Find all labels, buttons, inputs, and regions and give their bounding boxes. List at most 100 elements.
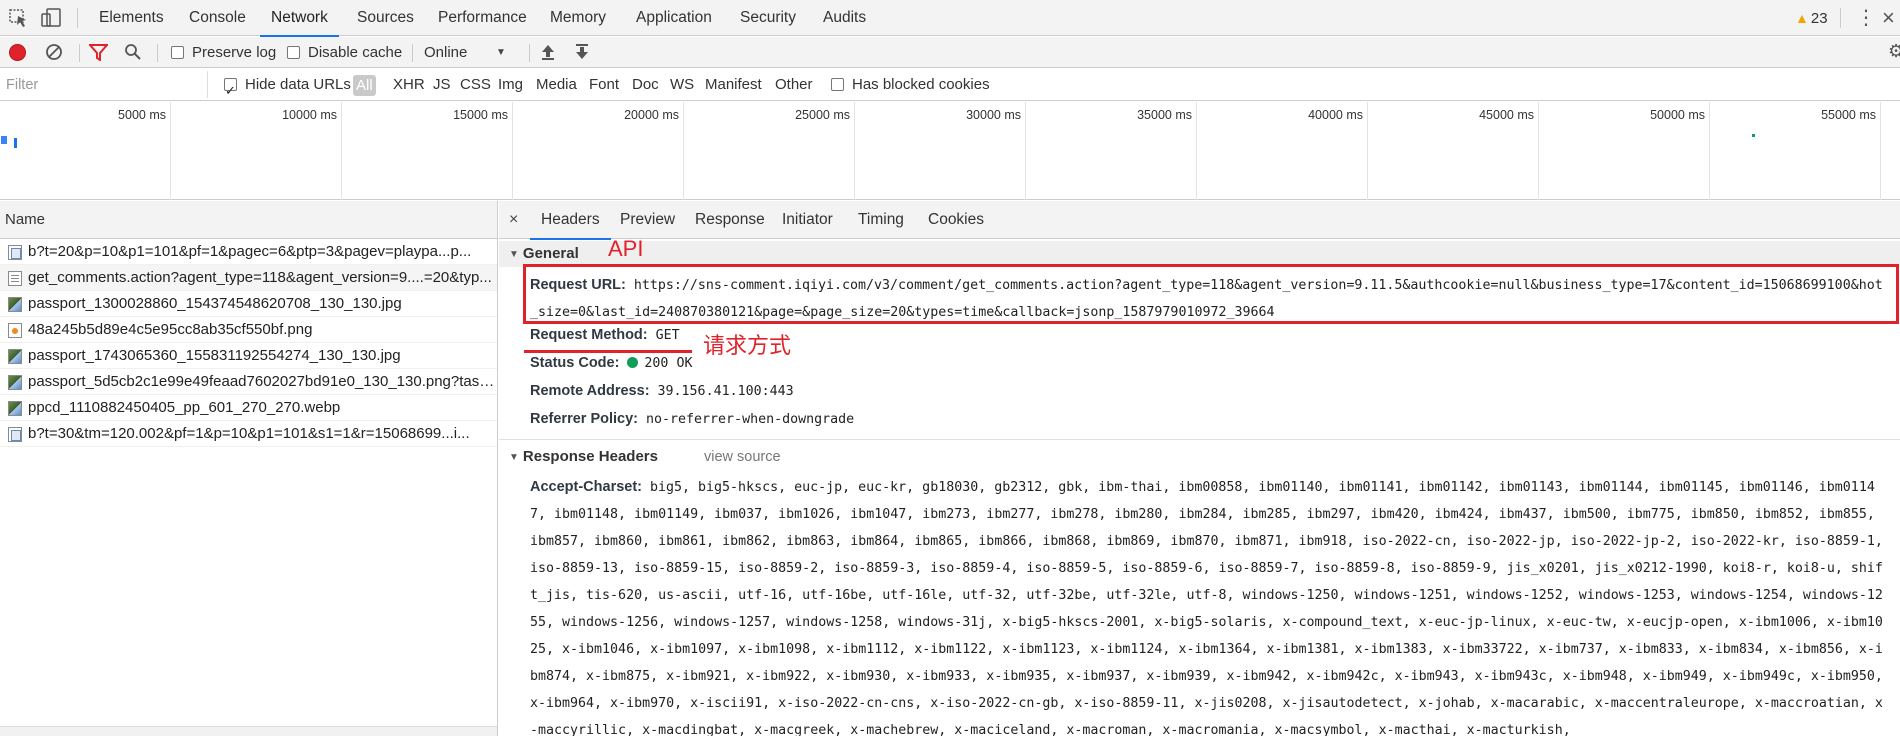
device-toolbar-icon[interactable] — [41, 8, 63, 28]
horizontal-scrollbar[interactable] — [0, 726, 497, 736]
request-row[interactable]: b?t=20&p=10&p1=101&pf=1&pagec=6&ptp=3&pa… — [0, 239, 497, 265]
tab-application[interactable]: Application — [636, 0, 712, 36]
section-divider — [499, 439, 1900, 440]
throttling-select[interactable]: Online ▼ — [424, 37, 508, 68]
name-column-header[interactable]: Name — [0, 201, 497, 239]
response-headers-section-header[interactable]: ▼ Response Headers view source — [499, 444, 1900, 470]
request-method-key: Request Method: — [530, 327, 648, 343]
preserve-log-checkbox[interactable]: Preserve log — [171, 37, 276, 68]
timeline-tick-label: 55000 ms — [1821, 108, 1876, 122]
warnings-counter[interactable]: ▲ 23 — [1795, 0, 1828, 36]
close-detail-icon[interactable]: × — [509, 201, 518, 239]
filter-type-xhr[interactable]: XHR — [393, 69, 425, 101]
chevron-down-icon: ▼ — [496, 47, 506, 58]
image-icon — [8, 401, 22, 416]
filter-icon[interactable] — [87, 44, 110, 65]
preserve-log-check[interactable] — [171, 46, 184, 59]
request-row[interactable]: 48a245b5d89e4c5e95cc8ab35cf550bf.png — [0, 317, 497, 343]
filter-type-ws[interactable]: WS — [670, 69, 694, 101]
tabbar-divider — [1840, 8, 1841, 28]
filter-type-font[interactable]: Font — [589, 69, 619, 101]
filter-type-doc[interactable]: Doc — [632, 69, 659, 101]
request-name: 48a245b5d89e4c5e95cc8ab35cf550bf.png — [28, 321, 313, 338]
request-row[interactable]: b?t=30&tm=120.002&pf=1&p=10&p1=101&s1=1&… — [0, 421, 497, 447]
timeline-gridline — [1367, 102, 1368, 200]
disable-cache-check[interactable] — [287, 46, 300, 59]
tab-security[interactable]: Security — [740, 0, 796, 36]
settings-gear-icon[interactable]: ⚙ — [1888, 41, 1900, 62]
request-method-value: GET — [655, 328, 680, 343]
request-row[interactable]: get_comments.action?agent_type=118&agent… — [0, 265, 497, 291]
tab-timing[interactable]: Timing — [858, 201, 904, 239]
warning-count: 23 — [1810, 10, 1828, 27]
filter-type-all[interactable]: All — [353, 75, 376, 96]
tab-performance[interactable]: Performance — [438, 0, 527, 36]
tab-sources[interactable]: Sources — [357, 0, 414, 36]
filter-type-img[interactable]: Img — [498, 69, 523, 101]
tab-cookies[interactable]: Cookies — [928, 201, 984, 239]
tab-preview[interactable]: Preview — [620, 201, 675, 239]
filter-type-other[interactable]: Other — [775, 69, 813, 101]
annotation-url-box — [523, 264, 1899, 324]
general-title: General — [522, 245, 579, 262]
png-icon — [8, 323, 22, 338]
tab-memory[interactable]: Memory — [550, 0, 606, 36]
image-icon — [8, 375, 22, 390]
view-source-link[interactable]: view source — [704, 449, 781, 465]
tab-console[interactable]: Console — [189, 0, 246, 36]
more-options-icon[interactable]: ⋮ — [1856, 0, 1876, 36]
search-icon[interactable] — [124, 43, 142, 65]
hide-data-urls-checkbox[interactable]: Hide data URLs — [224, 69, 351, 107]
request-row[interactable]: passport_1743065360_155831192554274_130_… — [0, 343, 497, 369]
remote-address-key: Remote Address: — [530, 383, 650, 399]
export-har-icon[interactable] — [574, 43, 590, 65]
network-overview-timeline[interactable]: 5000 ms 10000 ms 15000 ms 20000 ms 25000… — [0, 102, 1900, 200]
referrer-policy-row: Referrer Policy: no-referrer-when-downgra… — [530, 411, 854, 427]
record-icon[interactable] — [9, 44, 26, 61]
tab-elements[interactable]: Elements — [99, 0, 164, 36]
tab-response[interactable]: Response — [695, 201, 765, 239]
filter-input[interactable] — [0, 71, 208, 98]
timeline-tick-label: 35000 ms — [1137, 108, 1192, 122]
accept-charset-value: big5, big5-hkscs, euc-jp, euc-kr, gb1803… — [530, 480, 1883, 736]
timeline-gridline — [1709, 102, 1710, 200]
annotation-method-label: 请求方式 — [703, 333, 792, 358]
filter-type-css[interactable]: CSS — [460, 69, 491, 101]
image-icon — [8, 349, 22, 364]
tab-network[interactable]: Network — [260, 0, 339, 37]
toolbar-divider — [529, 37, 530, 68]
request-name: get_comments.action?agent_type=118&agent… — [28, 269, 492, 286]
tab-initiator[interactable]: Initiator — [782, 201, 833, 239]
throttling-value: Online — [424, 44, 468, 61]
annotation-api-label: API — [608, 236, 644, 261]
filter-type-manifest[interactable]: Manifest — [705, 69, 762, 101]
filter-type-js[interactable]: JS — [433, 69, 451, 101]
tab-audits[interactable]: Audits — [823, 0, 866, 36]
warning-icon: ▲ — [1795, 10, 1809, 26]
timeline-gridline — [170, 102, 171, 200]
import-har-icon[interactable] — [540, 43, 556, 65]
status-code-row: Status Code: 200 OK — [530, 355, 692, 371]
request-row[interactable]: ppcd_1110882450405_pp_601_270_270.webp — [0, 395, 497, 421]
inspect-element-icon[interactable] — [8, 8, 30, 28]
toolbar-divider — [412, 37, 413, 68]
tab-headers[interactable]: Headers — [530, 201, 611, 240]
timeline-gridline — [854, 102, 855, 200]
blocked-cookies-checkbox[interactable]: Has blocked cookies — [831, 69, 990, 101]
timeline-gridline — [1538, 102, 1539, 200]
disable-cache-checkbox[interactable]: Disable cache — [287, 37, 402, 68]
timeline-tick-label: 15000 ms — [453, 108, 508, 122]
filter-type-media[interactable]: Media — [536, 69, 577, 101]
remote-address-value: 39.156.41.100:443 — [657, 384, 794, 399]
clear-icon[interactable] — [45, 43, 63, 65]
blocked-cookies-check[interactable] — [831, 78, 844, 91]
request-row[interactable]: passport_1300028860_154374548620708_130_… — [0, 291, 497, 317]
toolbar-divider — [79, 37, 80, 68]
devtools-tabbar: Elements Console Network Sources Perform… — [0, 0, 1900, 37]
hide-data-urls-check[interactable] — [224, 75, 237, 107]
request-row[interactable]: passport_5d5cb2c1e99e49feaad7602027bd91e… — [0, 369, 497, 395]
document-icon — [8, 271, 22, 286]
request-name: b?t=30&tm=120.002&pf=1&p=10&p1=101&s1=1&… — [28, 425, 470, 442]
close-devtools-icon[interactable]: × — [1882, 0, 1895, 36]
remote-address-row: Remote Address: 39.156.41.100:443 — [530, 383, 794, 399]
